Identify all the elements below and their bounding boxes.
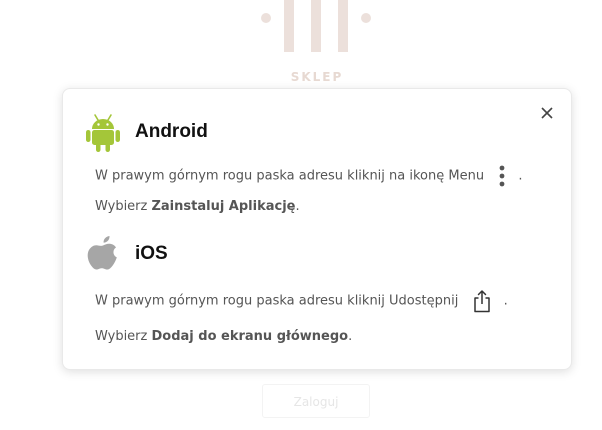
android-step-1-suffix: . — [518, 168, 523, 184]
android-step-2-suffix: . — [295, 199, 300, 214]
share-icon — [473, 290, 490, 313]
android-step-2: Wybierz Zainstaluj Aplikację. — [95, 199, 300, 214]
close-icon[interactable] — [539, 105, 555, 121]
android-step-2-action: Zainstaluj Aplikację — [151, 199, 296, 214]
page: SKLEP Zaloguj Android W prawym górnym ro… — [0, 0, 602, 430]
android-step-1: W prawym górnym rogu paska adresu klikni… — [95, 165, 523, 187]
install-app-modal: Android W prawym górnym rogu paska adres… — [62, 88, 572, 370]
ios-step-2: Wybierz Dodaj do ekranu głównego. — [95, 329, 352, 344]
login-button[interactable]: Zaloguj — [262, 384, 370, 418]
ios-step-2-action: Dodaj do ekranu głównego — [151, 329, 349, 344]
ios-step-1-text: W prawym górnym rogu paska adresu klikni… — [95, 293, 459, 309]
android-step-1-text: W prawym górnym rogu paska adresu klikni… — [95, 168, 485, 184]
ios-step-2-suffix: . — [348, 329, 353, 344]
ios-step-1-suffix: . — [503, 293, 508, 309]
android-step-2-prefix: Wybierz — [95, 199, 152, 214]
store-logo-text: SKLEP — [290, 70, 344, 84]
ios-step-1: W prawym górnym rogu paska adresu klikni… — [95, 289, 508, 313]
ios-title: iOS — [135, 243, 168, 264]
apple-icon — [87, 236, 117, 270]
ios-step-2-prefix: Wybierz — [95, 329, 152, 344]
kebab-menu-icon — [499, 165, 505, 187]
android-title: Android — [135, 121, 208, 142]
android-icon — [86, 114, 120, 152]
